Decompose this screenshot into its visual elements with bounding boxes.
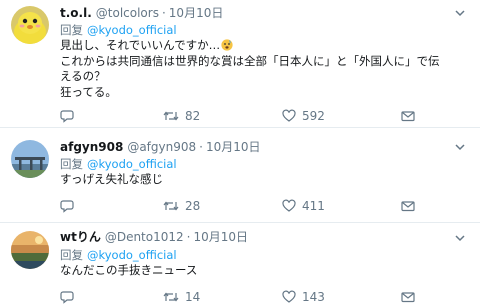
tweet-text: すっげえ失礼な感じ <box>60 172 466 188</box>
reply-feed: t.o.l. @tolcolors · 10月10日 回复 @kyodo_officia… <box>0 0 480 308</box>
retweet-icon <box>163 292 179 302</box>
heart-icon <box>282 290 296 303</box>
direct-message-button[interactable] <box>401 289 415 305</box>
tweet-header: t.o.l. @tolcolors · 10月10日 <box>60 5 450 21</box>
replying-to: 回复 @kyodo_official <box>60 156 177 172</box>
display-name[interactable]: t.o.l. <box>60 6 92 20</box>
yellow-bird-avatar-icon <box>11 6 49 44</box>
bridge-avatar-icon <box>11 140 49 178</box>
tweet-header: wtりん @Dento1012 · 10月10日 <box>60 229 450 245</box>
message-icon <box>401 292 415 303</box>
like-count: 592 <box>302 109 325 123</box>
reply-icon <box>60 200 74 213</box>
reply-button[interactable] <box>60 108 74 124</box>
heart-icon <box>282 199 296 212</box>
retweet-button[interactable]: 82 <box>163 108 200 124</box>
user-handle[interactable]: @Dento1012 <box>105 230 184 244</box>
landscape-avatar-icon <box>11 231 49 269</box>
retweet-button[interactable]: 14 <box>163 289 200 305</box>
tweet-text-line: 狂ってる。 <box>60 84 117 99</box>
tweet-date[interactable]: 10月10日 <box>206 140 261 154</box>
replying-to: 回复 @kyodo_official <box>60 247 177 263</box>
reply-icon <box>60 291 74 304</box>
tweet-text-line: なんだこの手抜きニュース <box>60 263 198 277</box>
tweet-date[interactable]: 10月10日 <box>169 6 224 20</box>
tweet-text-line: これからは共同通信は世界的な賞は全部「日本人に」と「外国人に」で伝 <box>60 53 440 68</box>
tweet-actions: 82 592 <box>60 108 480 124</box>
more-options-button[interactable] <box>454 7 466 19</box>
separator: · <box>161 6 166 20</box>
reply-prefix: 回复 <box>60 157 83 171</box>
avatar[interactable] <box>11 140 49 178</box>
tweet[interactable]: t.o.l. @tolcolors · 10月10日 回复 @kyodo_officia… <box>0 0 480 128</box>
separator: · <box>199 140 203 154</box>
tweet-text-line: 見出し、それでいいんですか… <box>60 38 466 54</box>
tweet-header: afgyn908 @afgyn908 · 10月10日 <box>60 139 450 155</box>
like-button[interactable]: 143 <box>282 289 325 305</box>
message-icon <box>401 111 415 122</box>
reply-mention-link[interactable]: @kyodo_official <box>87 157 177 171</box>
reply-icon <box>60 110 74 123</box>
like-count: 411 <box>302 199 325 213</box>
reply-mention-link[interactable]: @kyodo_official <box>87 23 177 37</box>
tweet-date[interactable]: 10月10日 <box>193 230 248 244</box>
tweet[interactable]: wtりん @Dento1012 · 10月10日 回复 @kyodo_official … <box>0 223 480 308</box>
message-icon <box>401 201 415 212</box>
reply-mention-link[interactable]: @kyodo_official <box>87 248 177 262</box>
like-count: 143 <box>302 290 325 304</box>
retweet-count: 28 <box>185 199 201 213</box>
retweet-button[interactable]: 28 <box>163 198 200 214</box>
reply-button[interactable] <box>60 289 74 305</box>
chevron-down-icon <box>455 144 465 151</box>
like-button[interactable]: 592 <box>282 108 325 124</box>
tweet-text-line: すっげえ失礼な感じ <box>60 172 164 186</box>
retweet-count: 14 <box>185 290 201 304</box>
tweet-text: なんだこの手抜きニュース <box>60 263 466 279</box>
tweet[interactable]: afgyn908 @afgyn908 · 10月10日 回复 @kyodo_offici… <box>0 128 480 223</box>
avatar[interactable] <box>11 6 49 44</box>
like-button[interactable]: 411 <box>282 198 325 214</box>
chevron-down-icon <box>455 235 465 242</box>
heart-icon <box>282 109 296 122</box>
more-options-button[interactable] <box>454 232 466 244</box>
replying-to: 回复 @kyodo_official <box>60 22 177 38</box>
tweet-text-segment: 見出し、それでいいんですか… <box>60 38 221 52</box>
anxious-face-emoji-icon <box>221 39 233 51</box>
tweet-actions: 14 143 <box>60 289 480 305</box>
display-name[interactable]: afgyn908 <box>60 140 123 154</box>
tweet-text-line: えるの？ <box>60 69 106 83</box>
retweet-count: 82 <box>185 109 201 123</box>
user-handle[interactable]: @afgyn908 <box>127 140 196 154</box>
display-name[interactable]: wtりん <box>60 230 101 244</box>
avatar[interactable] <box>11 231 49 269</box>
retweet-icon <box>163 111 179 121</box>
retweet-icon <box>163 201 179 211</box>
reply-button[interactable] <box>60 198 74 214</box>
direct-message-button[interactable] <box>401 198 415 214</box>
user-handle[interactable]: @tolcolors <box>96 6 159 20</box>
chevron-down-icon <box>455 10 465 17</box>
more-options-button[interactable] <box>454 141 466 153</box>
direct-message-button[interactable] <box>401 108 415 124</box>
reply-prefix: 回复 <box>60 248 83 262</box>
tweet-text: 見出し、それでいいんですか… これからは共同通信は世界的な賞は全部「日本人に」と… <box>60 38 466 100</box>
separator: · <box>186 230 191 244</box>
tweet-actions: 28 411 <box>60 198 480 214</box>
reply-prefix: 回复 <box>60 23 83 37</box>
